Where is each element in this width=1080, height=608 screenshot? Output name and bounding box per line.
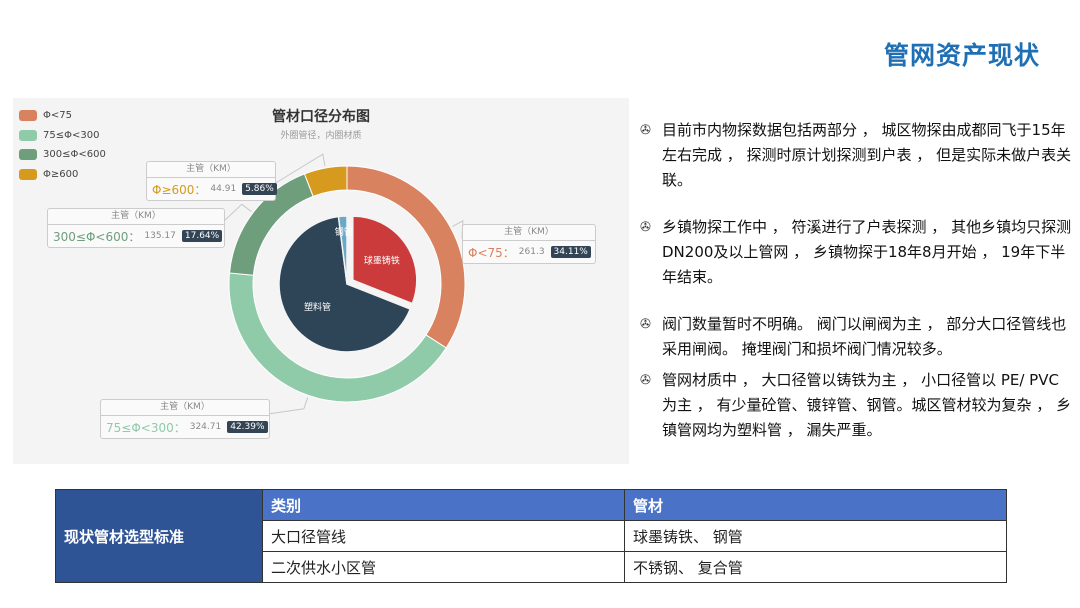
callout-head: 主管（KM） [101,400,269,416]
table-header-row: 现状管材选型标准 类别 管材 [55,489,1007,583]
table-column-header: 管材 [624,489,1007,521]
callout-75-300: 主管（KM） 75≤Φ<300： 324.71 42.39% [100,399,270,439]
legend-label: 300≤Φ<600 [43,149,106,161]
inner-slice-label: 钢管 [335,226,353,238]
callout-head: 主管（KM） [147,162,275,178]
callout-leader-line [222,203,252,223]
bullet-text: 阀门数量暂时不明确。 阀门以闸阀为主 ， 部分大口径管线也采用闸阀。 掩埋阀门和… [662,315,1067,358]
callout-head: 主管（KM） [463,225,595,241]
legend-label: Φ≥600 [43,168,79,180]
bullet-icon: ✇ [640,373,651,388]
callout-label: 300≤Φ<600： [53,229,141,244]
bullet-text: 管网材质中 ， 大口径管以铸铁为主 ， 小口径管以 PE/ PVC为主 ， 有少… [662,371,1072,439]
table-column-header: 类别 [262,489,625,521]
callout-300-600: 主管（KM） 300≤Φ<600： 135.17 17.64% [47,208,225,248]
bullet-item: ✇ 目前市内物探数据包括两部分 ， 城区物探由成都同飞于15年左右完成 ， 探测… [640,118,1072,193]
callout-label: 75≤Φ<300： [106,420,186,435]
callout-phi-ge-600: 主管（KM） Φ≥600： 44.91 5.86% [146,161,277,201]
bullet-item: ✇ 阀门数量暂时不明确。 阀门以闸阀为主 ， 部分大口径管线也采用闸阀。 掩埋阀… [640,312,1072,362]
bullet-text: 目前市内物探数据包括两部分 ， 城区物探由成都同飞于15年左右完成 ， 探测时原… [662,121,1072,189]
callout-value: 135.17 [144,231,176,241]
callout-percent: 34.11% [550,246,591,258]
bullet-item: ✇ 管网材质中 ， 大口径管以铸铁为主 ， 小口径管以 PE/ PVC为主 ， … [640,368,1072,443]
callout-leader-line [267,397,309,415]
material-standard-table: 现状管材选型标准 类别 管材 大口径管线 球墨铸铁、 钢管 二次供水小区管 不锈… [55,489,1007,583]
callout-value: 44.91 [210,184,237,194]
inner-slice-label: 塑料管 [304,301,331,313]
bullet-icon: ✇ [640,123,651,138]
callout-value: 324.71 [189,422,222,432]
legend-swatch [19,149,37,161]
page-title: 管网资产现状 [883,41,1040,70]
callout-label: Φ<75： [468,245,515,260]
pie-chart-panel: 球墨铸铁 塑料管 钢管 Φ<75 75≤Φ<300 300≤Φ<600 Φ≥600 … [13,98,629,464]
bullet-text: 乡镇物探工作中 ， 符溪进行了户表探测 ， 其他乡镇均只探测DN200及以上管网… [662,218,1072,286]
table-cell: 大口径管线 [262,520,625,552]
legend-item[interactable]: 300≤Φ<600 [19,145,106,165]
table-cell: 球墨铸铁、 钢管 [624,520,1007,552]
chart-subtitle: 外圈管径，内圈材质 [280,131,362,141]
table-cell: 不锈钢、 复合管 [624,551,1007,583]
bullet-icon: ✇ [640,220,651,235]
callout-head: 主管（KM） [48,209,224,225]
inner-slice-label: 球墨铸铁 [364,254,400,266]
callout-phi-lt-75: 主管（KM） Φ<75： 261.3 34.11% [462,224,596,264]
callout-label: Φ≥600： [152,182,207,197]
bullet-list: ✇ 目前市内物探数据包括两部分 ， 城区物探由成都同飞于15年左右完成 ， 探测… [640,118,1072,443]
table-cell: 二次供水小区管 [262,551,625,583]
callout-percent: 5.86% [242,183,277,195]
legend-item[interactable]: Φ≥600 [19,165,106,185]
callout-percent: 42.39% [227,421,268,433]
callout-value: 261.3 [518,247,545,257]
chart-title: 管材口径分布图 [272,109,370,125]
callout-percent: 17.64% [181,230,223,242]
bullet-icon: ✇ [640,317,651,332]
table-row-header: 现状管材选型标准 [55,489,263,583]
bullet-item: ✇ 乡镇物探工作中 ， 符溪进行了户表探测 ， 其他乡镇均只探测DN200及以上… [640,215,1072,290]
legend-swatch [19,168,37,180]
outer-slice[interactable] [303,165,348,197]
